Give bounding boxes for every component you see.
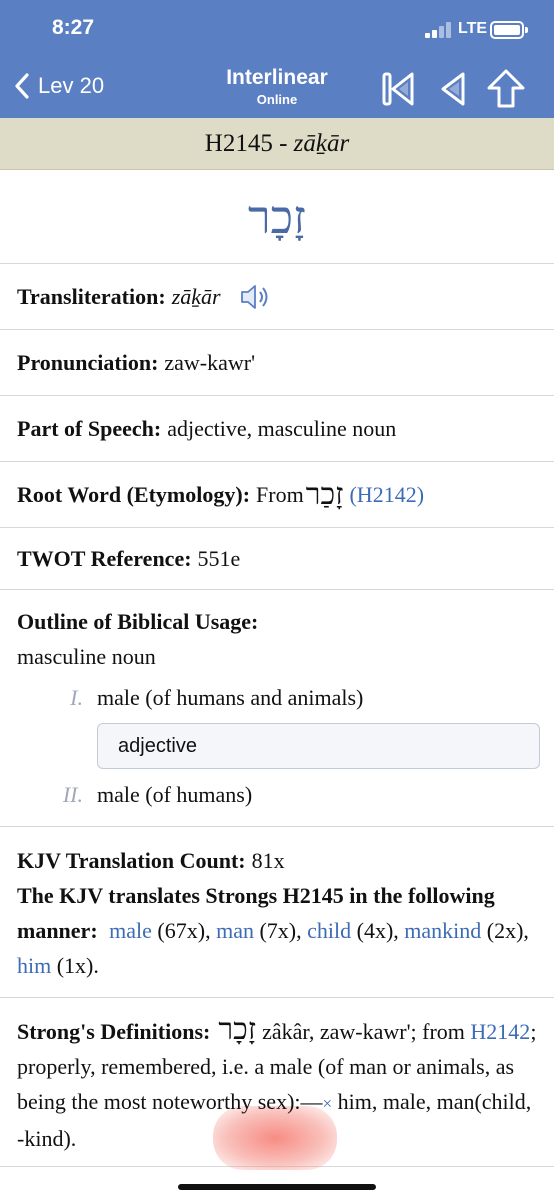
- speaker-icon: [240, 284, 268, 309]
- twot-row: TWOT Reference: 551e: [0, 528, 554, 590]
- top-bar: 8:27 LTE Lev 20 Interlinear Online: [0, 0, 554, 118]
- battery-icon: [490, 21, 528, 39]
- up-icon: [487, 69, 525, 108]
- kjv-word-link[interactable]: him: [17, 953, 51, 978]
- root-word-link[interactable]: (H2142): [349, 482, 424, 508]
- chevron-left-icon: [15, 73, 29, 99]
- part-of-speech-label: Part of Speech:: [17, 415, 162, 441]
- skip-to-start-button[interactable]: [381, 70, 417, 113]
- kjv-count-value: 81x: [251, 848, 285, 873]
- navigation-bar: Lev 20 Interlinear Online: [0, 60, 554, 118]
- transliteration-row: Transliteration: zāḵār: [0, 264, 554, 330]
- skip-to-start-icon: [382, 72, 414, 106]
- pronunciation-label: Pronunciation:: [17, 349, 159, 375]
- outline-subitem-box: adjective: [97, 723, 540, 769]
- outline-item-text: male (of humans and animals): [97, 685, 364, 710]
- pronunciation-value: zaw-kawr': [164, 349, 256, 375]
- part-of-speech-value: adjective, masculine noun: [167, 415, 397, 441]
- twot-label: TWOT Reference:: [17, 545, 192, 571]
- strongs-pronunciation: zâkâr, zaw-kawr';: [262, 1019, 417, 1044]
- entry-content: זָכָר Transliteration: zāḵār Pronunciati…: [0, 170, 554, 1170]
- twot-value: 551e: [197, 545, 241, 571]
- kjv-word-count: (67x),: [157, 918, 211, 943]
- previous-icon: [441, 72, 465, 106]
- strongs-header: H2145 - zāḵār: [0, 118, 554, 170]
- kjv-word-count: (1x).: [56, 953, 99, 978]
- transliteration-label: Transliteration:: [17, 283, 166, 309]
- transliteration-value: zāḵār: [171, 283, 221, 309]
- outline-item: II. male (of humans): [17, 777, 540, 812]
- part-of-speech-row: Part of Speech: adjective, masculine nou…: [0, 396, 554, 462]
- root-word-row: Root Word (Etymology): From זָכַר (H2142…: [0, 462, 554, 528]
- outline-item-number: I.: [70, 685, 83, 710]
- outline-heading: masculine noun: [17, 644, 156, 669]
- outline-item-number: II.: [62, 782, 83, 807]
- kjv-word-link[interactable]: male: [109, 918, 152, 943]
- outline-section: Outline of Biblical Usage: masculine nou…: [0, 590, 554, 827]
- kjv-section: KJV Translation Count: 81x The KJV transl…: [0, 827, 554, 998]
- kjv-word-count: (4x),: [356, 918, 399, 943]
- kjv-count-label: KJV Translation Count:: [17, 848, 246, 873]
- cross-reference-mark: ×: [322, 1094, 333, 1113]
- home-indicator[interactable]: [178, 1184, 376, 1190]
- strongs-label: Strong's Definitions:: [17, 1019, 211, 1044]
- status-bar: 8:27 LTE: [0, 0, 554, 60]
- outline-item: I. male (of humans and animals): [17, 680, 540, 715]
- root-word-hebrew: זָכַר: [305, 477, 344, 512]
- outline-label: Outline of Biblical Usage:: [17, 609, 259, 634]
- strongs-hebrew: זָכָר: [218, 1012, 257, 1047]
- strongs-ref-link[interactable]: H2142: [470, 1019, 530, 1044]
- back-button[interactable]: Lev 20: [14, 72, 104, 100]
- strongs-definition-section: Strong's Definitions: זָכָר zâkâr, zaw-kaw…: [0, 998, 554, 1170]
- network-label: LTE: [458, 20, 488, 37]
- kjv-word-link[interactable]: mankind: [404, 918, 481, 943]
- kjv-word-link[interactable]: man: [216, 918, 254, 943]
- pronunciation-row: Pronunciation: zaw-kawr': [0, 330, 554, 396]
- header-transliteration: zāḵār: [293, 130, 350, 157]
- signal-icon: [425, 22, 453, 38]
- speaker-button[interactable]: [239, 282, 275, 312]
- status-time: 8:27: [52, 16, 95, 39]
- kjv-word-link[interactable]: child: [307, 918, 351, 943]
- outline-item-text: male (of humans): [97, 782, 253, 807]
- back-label: Lev 20: [38, 73, 105, 98]
- hebrew-word: זָכָר: [0, 170, 554, 264]
- strongs-text: from: [422, 1019, 465, 1044]
- root-word-prefix: From: [256, 481, 304, 507]
- previous-button[interactable]: [438, 70, 468, 113]
- strongs-code: H2145 -: [204, 130, 294, 157]
- up-button[interactable]: [486, 68, 526, 115]
- kjv-word-count: (7x),: [259, 918, 302, 943]
- root-word-label: Root Word (Etymology):: [17, 481, 251, 507]
- kjv-word-count: (2x),: [486, 918, 529, 943]
